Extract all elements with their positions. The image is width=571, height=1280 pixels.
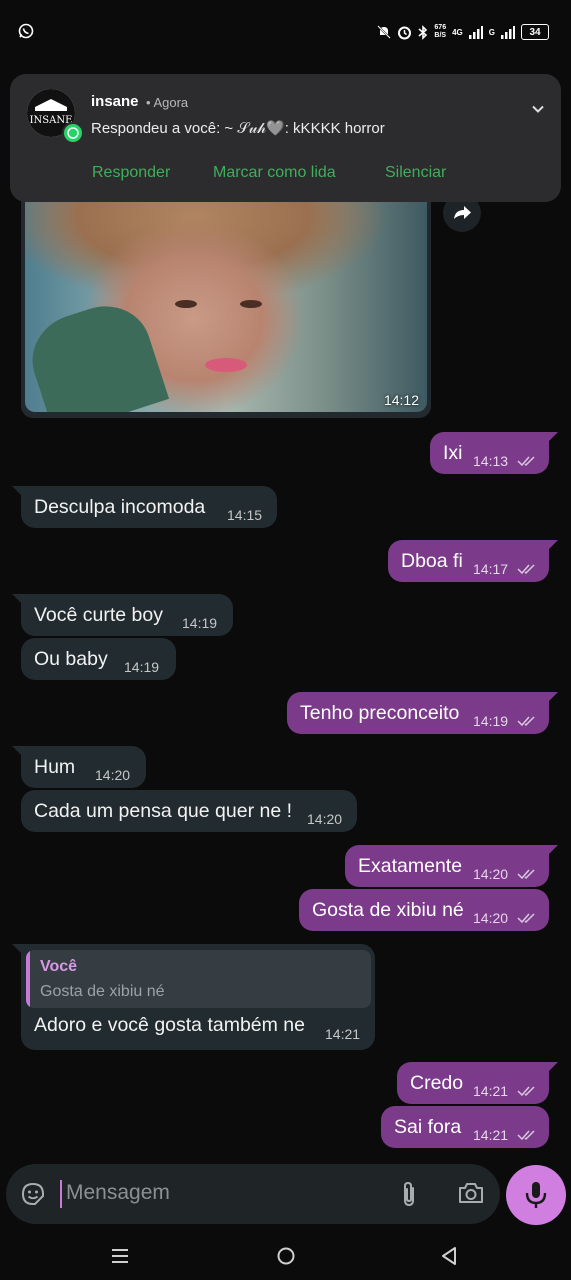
battery-icon: 34 — [521, 24, 549, 40]
message-bubble-incoming[interactable]: Hum 14:20 — [12, 746, 146, 788]
message-time: 14:19 — [473, 713, 509, 729]
double-check-icon — [517, 869, 535, 880]
message-time: 14:19 — [182, 615, 218, 631]
double-check-icon — [517, 1130, 535, 1141]
message-text: Credo — [410, 1072, 464, 1094]
message-text: Ou baby — [34, 648, 108, 670]
message-time: 14:15 — [227, 507, 263, 523]
system-navigation-bar — [0, 1232, 571, 1280]
image-message[interactable]: 14:12 — [21, 190, 431, 418]
network-type-g: G — [488, 27, 495, 37]
message-bubble-incoming[interactable]: Ou baby 14:19 — [21, 638, 176, 680]
message-time: 14:20 — [307, 811, 343, 827]
quote-bar — [26, 950, 30, 1008]
notification-time: • Agora — [146, 95, 189, 110]
message-time: 14:17 — [473, 561, 509, 577]
signal-icon — [468, 25, 483, 39]
double-check-icon — [517, 716, 535, 727]
notification-text: Respondeu a você: ~ 𝒮𝓊𝒽🩶: kKKKK horror — [91, 120, 385, 137]
message-text: Hum — [34, 756, 76, 778]
bell-off-icon — [377, 25, 392, 39]
double-check-icon — [517, 564, 535, 575]
quoted-message[interactable]: Você Gosta de xibiu né — [26, 950, 371, 1008]
microphone-icon — [525, 1182, 547, 1208]
net-speed: 676 B/S — [434, 24, 446, 40]
message-text: Ixi — [443, 442, 463, 464]
message-time: 14:20 — [473, 866, 509, 882]
message-time: 14:12 — [383, 392, 419, 408]
message-time: 14:21 — [473, 1127, 509, 1143]
sticker-icon[interactable] — [20, 1181, 46, 1207]
quoted-author: Você — [40, 958, 78, 975]
camera-icon[interactable] — [457, 1181, 485, 1205]
message-time: 14:13 — [473, 453, 509, 469]
photo-detail — [240, 300, 262, 308]
home-icon[interactable] — [276, 1246, 296, 1266]
net-speed-unit: B/S — [434, 32, 447, 39]
message-text: Tenho preconceito — [300, 702, 460, 724]
message-text: Desculpa incomoda — [34, 496, 206, 518]
alarm-icon — [398, 26, 412, 39]
message-text: Você curte boy — [34, 604, 163, 626]
photo-detail — [175, 300, 197, 308]
message-input[interactable]: Mensagem — [66, 1181, 170, 1205]
message-text: Dboa fi — [401, 550, 463, 572]
double-check-icon — [517, 1086, 535, 1097]
status-icons: 676 B/S 4G G 34 — [377, 21, 549, 43]
message-bubble-outgoing[interactable]: Gosta de xibiu né 14:20 — [299, 889, 549, 931]
photo-detail — [25, 294, 170, 412]
message-time: 14:20 — [473, 910, 509, 926]
whatsapp-icon — [62, 122, 84, 144]
message-bubble-outgoing[interactable]: Credo 14:21 — [397, 1062, 558, 1104]
reply-action-button[interactable]: Responder — [92, 164, 170, 182]
signal-icon — [501, 25, 515, 39]
notification-title: insane — [91, 93, 139, 110]
message-bubble-outgoing[interactable]: Sai fora 14:21 — [381, 1106, 549, 1148]
message-text: Adoro e você gosta também ne — [34, 1014, 305, 1036]
message-bubble-outgoing[interactable]: Dboa fi 14:17 — [388, 540, 558, 582]
photo-thumbnail[interactable] — [25, 190, 427, 412]
net-speed-value: 676 — [434, 24, 447, 31]
message-bubble-incoming[interactable]: Você curte boy 14:19 — [12, 594, 233, 636]
message-bubble-incoming[interactable]: Desculpa incomoda 14:15 — [12, 486, 277, 528]
message-time: 14:21 — [473, 1083, 509, 1099]
quoted-text: Gosta de xibiu né — [40, 983, 165, 1000]
double-check-icon — [517, 456, 535, 467]
message-text: Gosta de xibiu né — [312, 899, 464, 921]
chevron-down-icon[interactable] — [531, 102, 545, 116]
recents-icon[interactable] — [111, 1247, 129, 1265]
double-check-icon — [517, 913, 535, 924]
network-type-4g: 4G — [452, 27, 463, 37]
back-icon[interactable] — [440, 1246, 458, 1266]
message-bubble-outgoing[interactable]: Exatamente 14:20 — [345, 845, 558, 887]
text-cursor — [60, 1180, 62, 1208]
message-bubble-outgoing[interactable]: Tenho preconceito 14:19 — [287, 692, 558, 734]
message-time: 14:20 — [95, 767, 131, 783]
bluetooth-icon — [418, 24, 428, 40]
message-text: Sai fora — [394, 1116, 462, 1138]
message-time: 14:21 — [325, 1026, 361, 1042]
mute-action-button[interactable]: Silenciar — [385, 164, 446, 182]
message-bubble-outgoing[interactable]: Ixi 14:13 — [430, 432, 558, 474]
message-time: 14:19 — [124, 659, 160, 675]
voice-record-button[interactable] — [506, 1165, 566, 1225]
reply-message-bubble[interactable]: Você Gosta de xibiu né Adoro e você gost… — [12, 944, 375, 1050]
mark-read-action-button[interactable]: Marcar como lida — [213, 164, 336, 182]
message-bubble-incoming[interactable]: Cada um pensa que quer ne ! 14:20 — [21, 790, 357, 832]
attach-icon[interactable] — [398, 1180, 420, 1208]
status-bar: 676 B/S 4G G 34 — [0, 0, 571, 62]
photo-detail — [205, 358, 247, 372]
notification-card[interactable]: INSANE insane • Agora Respondeu a você: … — [10, 74, 561, 202]
whatsapp-icon — [18, 23, 34, 39]
message-text: Cada um pensa que quer ne ! — [34, 800, 293, 822]
message-text: Exatamente — [358, 855, 463, 877]
